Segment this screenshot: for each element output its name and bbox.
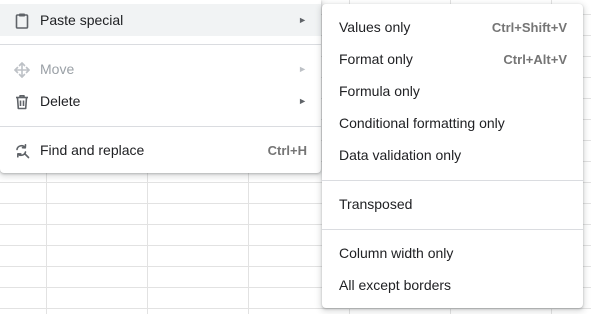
menu-item-label: Find and replace — [40, 142, 145, 158]
menu-item-label: Format only — [339, 51, 413, 67]
shortcut-label: Ctrl+Alt+V — [503, 51, 567, 67]
shortcut-label: Ctrl+Shift+V — [491, 19, 567, 35]
submenu-item-values-only[interactable]: Values only Ctrl+Shift+V — [322, 11, 583, 43]
menu-divider — [322, 180, 583, 181]
submenu-arrow-icon: ► — [298, 15, 307, 25]
submenu-item-conditional-formatting-only[interactable]: Conditional formatting only — [322, 107, 583, 139]
menu-item-label: Move — [40, 61, 75, 77]
submenu-item-transposed[interactable]: Transposed — [322, 188, 583, 220]
menu-item-label: All except borders — [339, 277, 452, 293]
menu-item-label: Conditional formatting only — [339, 115, 505, 131]
clipboard-icon — [15, 13, 29, 29]
move-arrows-icon — [14, 62, 30, 78]
submenu-arrow-icon: ► — [298, 64, 307, 74]
shortcut-label: Ctrl+H — [267, 142, 307, 158]
menu-item-label: Values only — [339, 19, 411, 35]
menu-item-label: Delete — [40, 93, 81, 109]
menu-item-move[interactable]: Move ► — [0, 53, 321, 85]
submenu-item-data-validation-only[interactable]: Data validation only — [322, 139, 583, 171]
menu-item-label: Transposed — [339, 196, 413, 212]
submenu-arrow-icon: ► — [298, 96, 307, 106]
menu-item-label: Formula only — [339, 83, 420, 99]
menu-item-delete[interactable]: Delete ► — [0, 85, 321, 117]
menu-divider — [0, 44, 321, 45]
submenu-item-all-except-borders[interactable]: All except borders — [322, 269, 583, 301]
menu-divider — [322, 229, 583, 230]
submenu-item-format-only[interactable]: Format only Ctrl+Alt+V — [322, 43, 583, 75]
menu-item-label: Data validation only — [339, 147, 462, 163]
submenu-item-column-width-only[interactable]: Column width only — [322, 237, 583, 269]
find-replace-icon — [16, 143, 30, 159]
menu-item-label: Column width only — [339, 245, 454, 261]
menu-item-find-and-replace[interactable]: Find and replace Ctrl+H — [0, 134, 321, 166]
paste-special-submenu: Values only Ctrl+Shift+V Format only Ctr… — [322, 4, 583, 308]
menu-item-label: Paste special — [40, 12, 124, 28]
trash-icon — [16, 95, 28, 110]
context-menu: Paste special ► Move ► Delete ► Find and… — [0, 0, 321, 173]
menu-item-paste-special[interactable]: Paste special ► — [0, 4, 321, 36]
menu-divider — [0, 126, 321, 127]
submenu-item-formula-only[interactable]: Formula only — [322, 75, 583, 107]
